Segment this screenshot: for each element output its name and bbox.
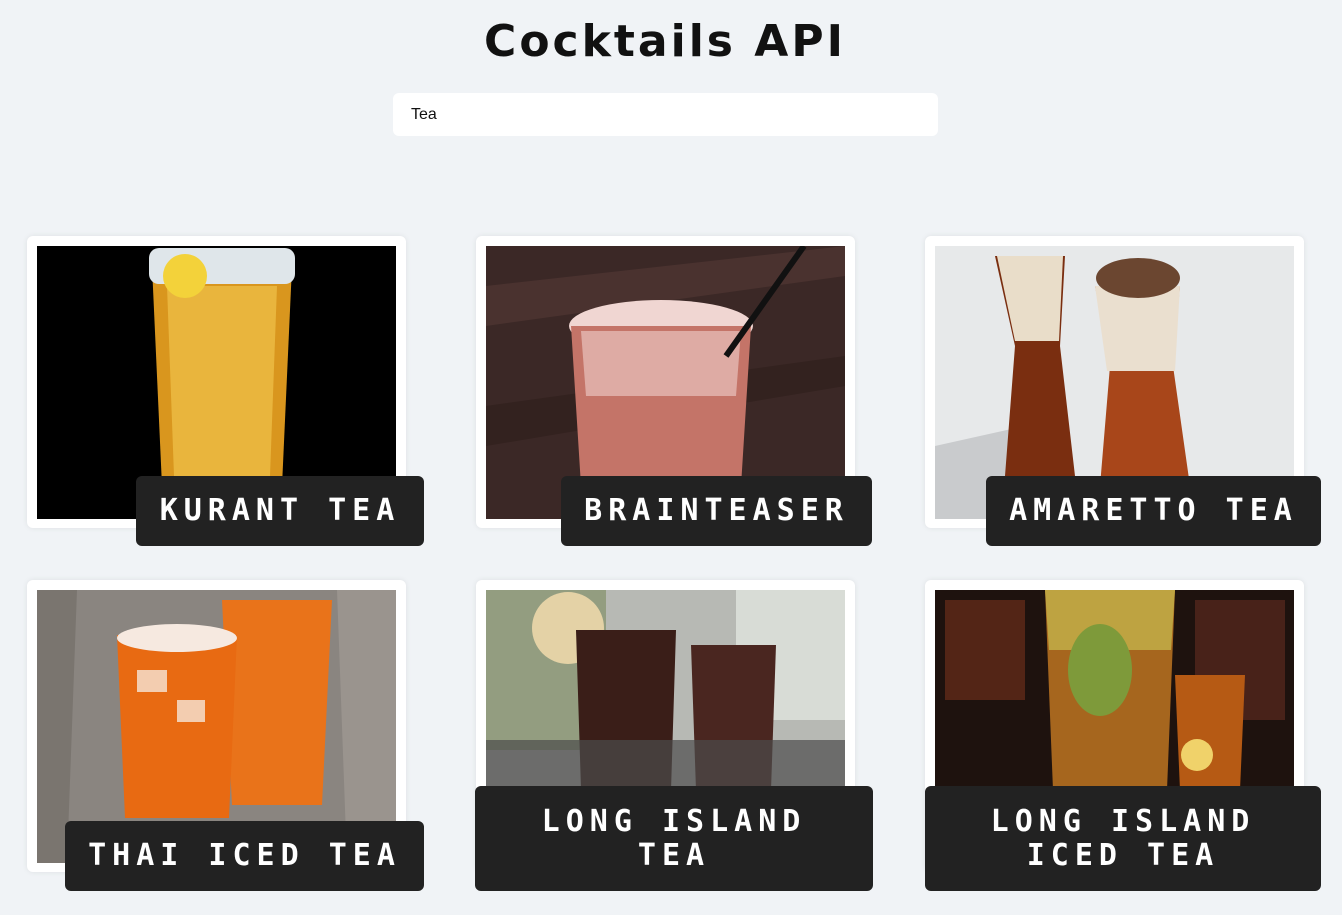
search-input[interactable] [393,93,938,136]
cocktail-name: LONG ISLAND ICED TEA [925,786,1321,891]
cocktail-card[interactable]: THAI ICED TEA [27,580,424,891]
cocktail-card[interactable]: BRAINTEASER [476,236,872,546]
cocktail-name: THAI ICED TEA [65,821,424,891]
page-title: Cocktails API [484,16,846,67]
cocktail-name: BRAINTEASER [561,476,872,546]
cocktail-name: AMARETTO TEA [986,476,1321,546]
cocktail-card[interactable]: LONG ISLAND ICED TEA [925,580,1321,891]
cocktail-card[interactable]: LONG ISLAND TEA [475,580,873,891]
cocktail-card[interactable]: AMARETTO TEA [925,236,1321,546]
cocktail-name: LONG ISLAND TEA [475,786,873,891]
cocktail-name: KURANT TEA [136,476,424,546]
cocktail-card[interactable]: KURANT TEA [27,236,424,546]
